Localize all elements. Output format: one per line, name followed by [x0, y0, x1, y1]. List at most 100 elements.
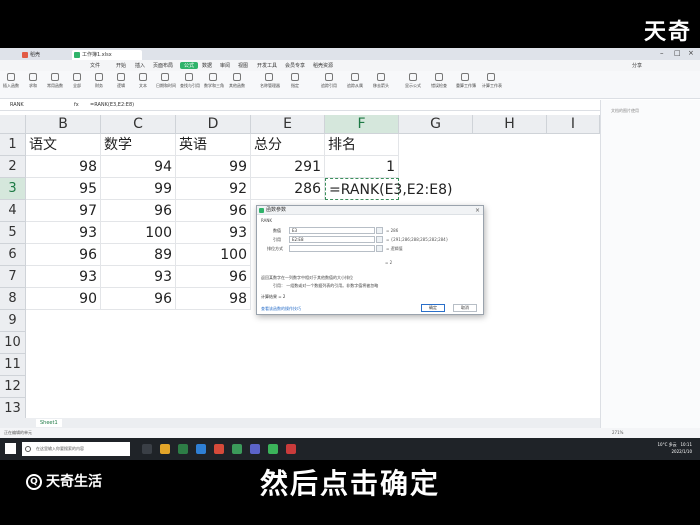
- menu-data[interactable]: 数据: [202, 62, 212, 69]
- name-box[interactable]: RANK: [10, 102, 24, 108]
- app-icon[interactable]: [286, 444, 296, 454]
- arg-input-number[interactable]: E3: [289, 227, 375, 234]
- ok-button[interactable]: 确定: [421, 304, 445, 312]
- show-formulas-button[interactable]: 显示公式: [404, 73, 422, 89]
- financial-button[interactable]: 财务: [90, 73, 108, 89]
- row-header[interactable]: 9: [0, 310, 26, 332]
- cell[interactable]: 97: [26, 200, 101, 222]
- row-header[interactable]: 13: [0, 398, 26, 420]
- maximize-icon[interactable]: □: [674, 49, 681, 57]
- fx-icon[interactable]: fx: [74, 102, 79, 108]
- zoom-level[interactable]: 271%: [612, 428, 623, 438]
- row-header-selected[interactable]: 3: [0, 178, 26, 200]
- file-explorer-icon[interactable]: [160, 444, 170, 454]
- cell[interactable]: 89: [101, 244, 176, 266]
- cell[interactable]: 100: [101, 222, 176, 244]
- app-icon[interactable]: [232, 444, 242, 454]
- cell[interactable]: 96: [101, 288, 176, 310]
- share-button[interactable]: 分享: [632, 62, 642, 69]
- cell[interactable]: 286: [251, 178, 325, 200]
- cell[interactable]: 95: [26, 178, 101, 200]
- cell[interactable]: 291: [251, 156, 325, 178]
- range-picker-icon[interactable]: [376, 227, 383, 234]
- minimize-icon[interactable]: –: [660, 49, 664, 57]
- range-picker-icon[interactable]: [376, 236, 383, 243]
- define-button[interactable]: 指定: [286, 73, 304, 89]
- autosum-button[interactable]: 求和: [24, 73, 42, 89]
- row-header[interactable]: 10: [0, 332, 26, 354]
- cell-header[interactable]: 排名: [325, 134, 399, 156]
- row-header[interactable]: 7: [0, 266, 26, 288]
- close-icon[interactable]: ×: [475, 206, 480, 215]
- cell[interactable]: 96: [26, 244, 101, 266]
- menu-review[interactable]: 审阅: [220, 62, 230, 69]
- row-header[interactable]: 2: [0, 156, 26, 178]
- column-header[interactable]: E: [251, 115, 325, 134]
- taskbar-search-input[interactable]: 在这里输入你要搜索的内容: [22, 442, 130, 456]
- datetime-button[interactable]: 日期和时间: [156, 73, 176, 89]
- cell[interactable]: 93: [26, 266, 101, 288]
- row-header[interactable]: 12: [0, 376, 26, 398]
- column-header[interactable]: D: [176, 115, 251, 134]
- windows-start-icon[interactable]: [5, 443, 16, 454]
- task-view-icon[interactable]: [142, 444, 152, 454]
- row-header[interactable]: 6: [0, 244, 26, 266]
- cell[interactable]: 92: [176, 178, 251, 200]
- arg-input-ref[interactable]: E2:E8: [289, 236, 375, 243]
- menu-view[interactable]: 视图: [238, 62, 248, 69]
- row-header[interactable]: 1: [0, 134, 26, 156]
- cell[interactable]: 96: [176, 266, 251, 288]
- row-header[interactable]: 4: [0, 200, 26, 222]
- cell[interactable]: 94: [101, 156, 176, 178]
- menu-page-layout[interactable]: 页面布局: [153, 62, 173, 69]
- column-header[interactable]: I: [547, 115, 600, 134]
- menu-developer[interactable]: 开发工具: [257, 62, 277, 69]
- cell[interactable]: 93: [176, 222, 251, 244]
- all-functions-button[interactable]: 全部: [68, 73, 86, 89]
- name-manager-button[interactable]: 名称管理器: [260, 73, 280, 89]
- lookup-button[interactable]: 查找与引用: [180, 73, 200, 89]
- app-icon[interactable]: [214, 444, 224, 454]
- cell[interactable]: 100: [176, 244, 251, 266]
- cell[interactable]: 99: [101, 178, 176, 200]
- trace-precedents-button[interactable]: 追踪引用: [320, 73, 338, 89]
- cell-header[interactable]: 总分: [251, 134, 325, 156]
- row-header[interactable]: 5: [0, 222, 26, 244]
- menu-member[interactable]: 会员专享: [285, 62, 305, 69]
- wps-icon[interactable]: [178, 444, 188, 454]
- row-header[interactable]: 11: [0, 354, 26, 376]
- row-header[interactable]: 8: [0, 288, 26, 310]
- insert-function-button[interactable]: 插入函数: [2, 73, 20, 89]
- logical-button[interactable]: 逻辑: [112, 73, 130, 89]
- cell-header[interactable]: 数学: [101, 134, 176, 156]
- error-check-button[interactable]: 错误检查: [430, 73, 448, 89]
- column-header[interactable]: B: [26, 115, 101, 134]
- cancel-button[interactable]: 取消: [453, 304, 477, 312]
- cell[interactable]: 96: [101, 200, 176, 222]
- column-header[interactable]: H: [473, 115, 547, 134]
- menu-docer[interactable]: 稻壳资源: [313, 62, 333, 69]
- tab-docer[interactable]: 稻壳: [20, 50, 60, 60]
- menu-file[interactable]: 文件: [90, 62, 100, 69]
- range-picker-icon[interactable]: [376, 245, 383, 252]
- edge-icon[interactable]: [196, 444, 206, 454]
- cell[interactable]: 98: [176, 288, 251, 310]
- active-cell-editing[interactable]: =RANK(E3,E2:E8): [325, 178, 452, 200]
- close-icon[interactable]: ×: [688, 49, 694, 57]
- formula-input[interactable]: =RANK(E3,E2:E8): [90, 102, 134, 108]
- app-icon[interactable]: [250, 444, 260, 454]
- calc-sheet-button[interactable]: 计算工作表: [482, 73, 502, 89]
- column-header[interactable]: G: [399, 115, 473, 134]
- cell[interactable]: 98: [26, 156, 101, 178]
- other-functions-button[interactable]: 其他函数: [228, 73, 246, 89]
- cell[interactable]: 90: [26, 288, 101, 310]
- remove-arrows-button[interactable]: 移去箭头: [372, 73, 390, 89]
- arg-input-order[interactable]: [289, 245, 375, 252]
- menu-home[interactable]: 开始: [116, 62, 126, 69]
- cell[interactable]: 1: [325, 156, 399, 178]
- column-header-selected[interactable]: F: [325, 115, 399, 134]
- help-link[interactable]: 查看该函数的操作技巧: [261, 306, 301, 312]
- tab-workbook[interactable]: 工作簿1.xlsx: [72, 50, 142, 60]
- menu-insert[interactable]: 插入: [135, 62, 145, 69]
- trace-dependents-button[interactable]: 追踪从属: [346, 73, 364, 89]
